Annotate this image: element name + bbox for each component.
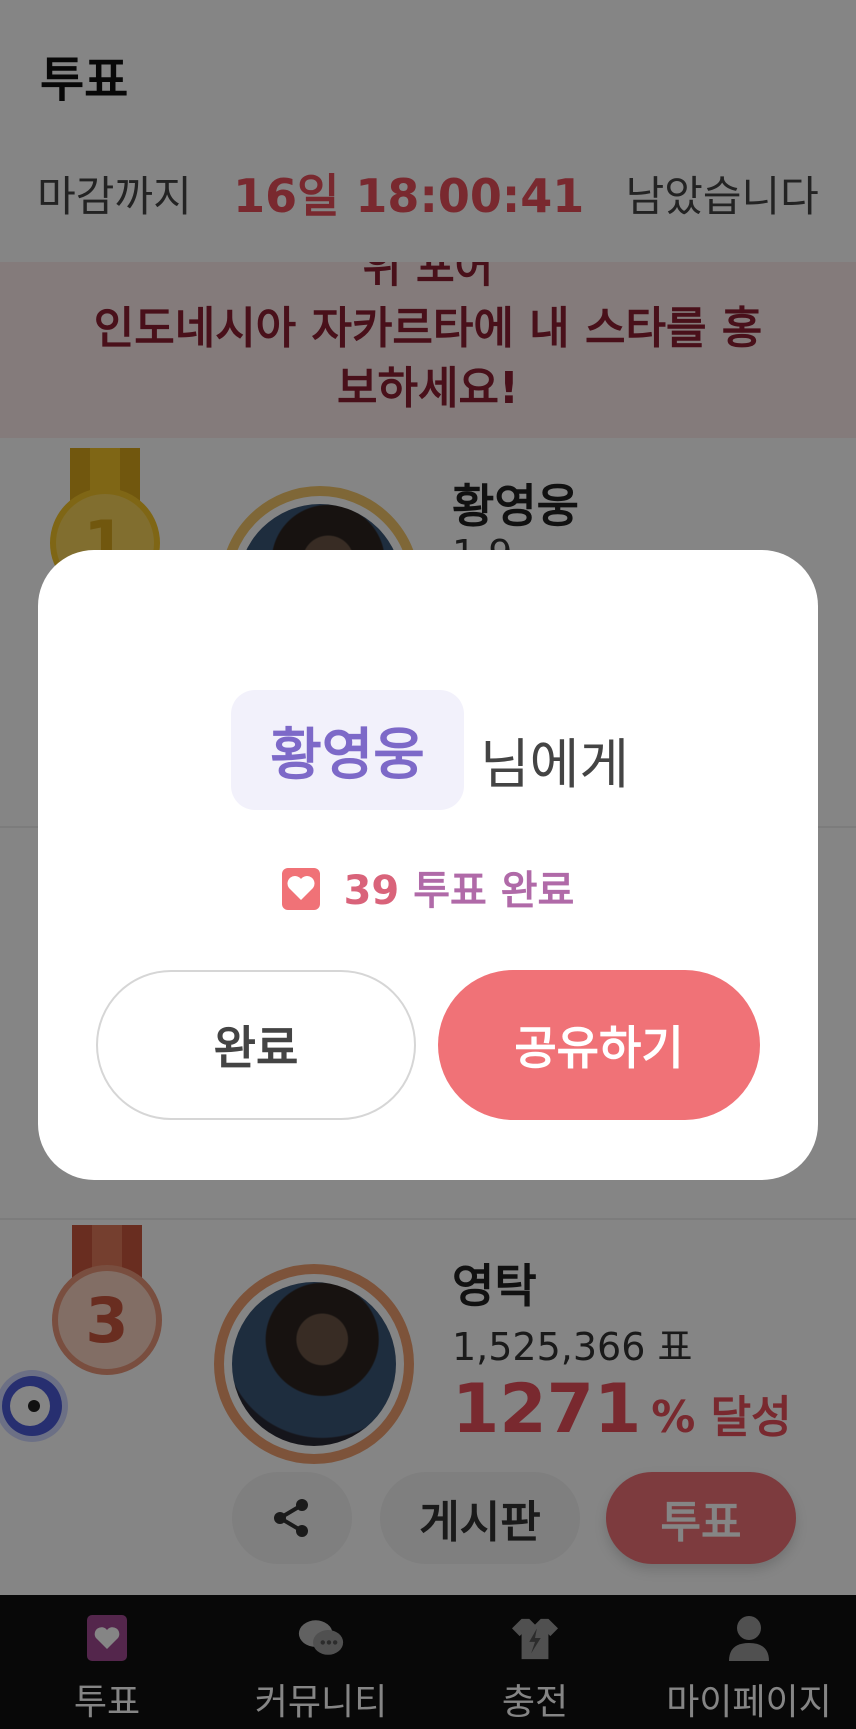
vote-complete-dialog: 황영웅 님에게 39 투표 완료 완료 공유하기 bbox=[38, 550, 818, 1180]
share-button[interactable]: 공유하기 bbox=[438, 970, 760, 1120]
heart-icon bbox=[281, 868, 320, 910]
vote-count: 39 bbox=[343, 868, 400, 914]
vote-done-label: 투표 완료 bbox=[413, 868, 575, 914]
done-button[interactable]: 완료 bbox=[96, 970, 416, 1120]
star-name-chip: 황영웅 bbox=[231, 690, 464, 810]
name-suffix: 님에게 bbox=[480, 733, 630, 796]
vote-complete-message: 39 투표 완료 bbox=[38, 858, 818, 916]
